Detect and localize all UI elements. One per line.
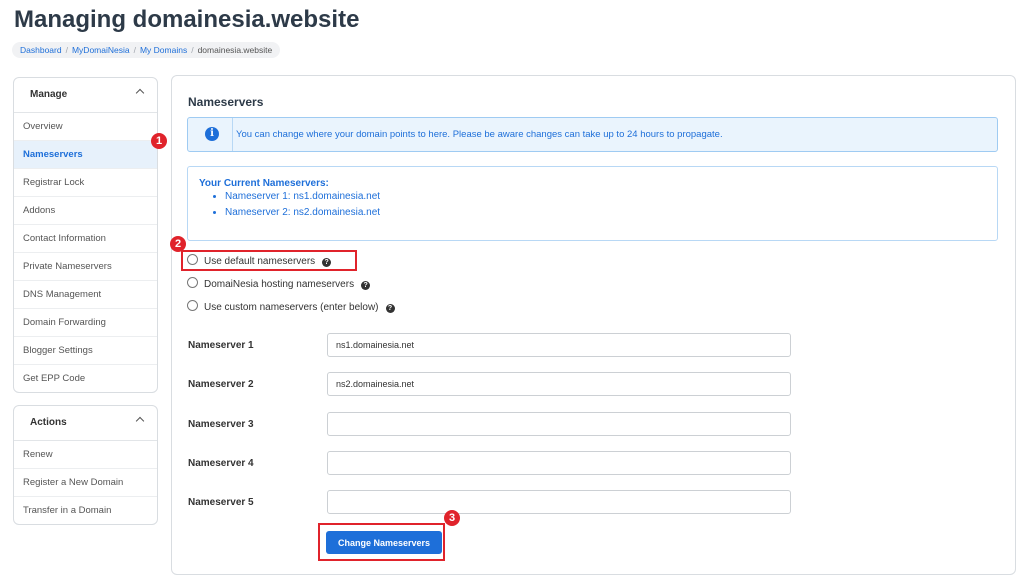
info-icon: i <box>205 127 219 141</box>
sidebar-item-addons[interactable]: Addons <box>14 197 157 225</box>
sidebar-actions-panel: Actions Renew Register a New Domain Tran… <box>13 405 158 525</box>
sidebar-item-registrar-lock[interactable]: Registrar Lock <box>14 169 157 197</box>
info-alert: i You can change where your domain point… <box>187 117 998 152</box>
sidebar-item-overview[interactable]: Overview <box>14 113 157 141</box>
current-nameservers-box: Your Current Nameservers: Nameserver 1: … <box>187 166 998 241</box>
breadcrumb-separator: / <box>133 45 136 55</box>
breadcrumb-separator: / <box>191 45 194 55</box>
sidebar-item-contact-information[interactable]: Contact Information <box>14 225 157 253</box>
sidebar-manage-title: Manage <box>30 89 68 100</box>
radio-custom-nameservers[interactable]: Use custom nameservers (enter below)? <box>187 300 395 316</box>
annotation-badge: 2 <box>170 236 186 252</box>
nameserver-1-label: Nameserver 1 <box>188 340 254 351</box>
nameserver-1-input[interactable] <box>327 333 791 357</box>
annotation-highlight-box <box>181 250 357 271</box>
nameserver-3-label: Nameserver 3 <box>188 419 254 430</box>
chevron-up-icon[interactable] <box>135 416 145 426</box>
sidebar-manage-panel: Manage Overview Nameservers Registrar Lo… <box>13 77 158 393</box>
section-title: Nameservers <box>188 95 264 109</box>
sidebar-item-private-nameservers[interactable]: Private Nameservers <box>14 253 157 281</box>
nameserver-2-label: Nameserver 2 <box>188 379 254 390</box>
sidebar-item-transfer-domain[interactable]: Transfer in a Domain <box>14 497 157 524</box>
sidebar-actions-title: Actions <box>30 417 67 428</box>
nameserver-5-input[interactable] <box>327 490 791 514</box>
current-nameservers-list: Nameserver 1: ns1.domainesia.net Nameser… <box>210 189 380 221</box>
nameserver-3-input[interactable] <box>327 412 791 436</box>
annotation-badge: 3 <box>444 510 460 526</box>
annotation-badge: 1 <box>151 133 167 149</box>
sidebar-actions-header[interactable]: Actions <box>14 406 157 441</box>
sidebar-item-dns-management[interactable]: DNS Management <box>14 281 157 309</box>
radio-label: Use custom nameservers (enter below) <box>204 302 379 313</box>
breadcrumb-dashboard[interactable]: Dashboard <box>20 45 62 55</box>
breadcrumb-separator: / <box>65 45 68 55</box>
breadcrumb: Dashboard / MyDomaiNesia / My Domains / domain… <box>12 42 281 58</box>
alert-message: You can change where your domain points … <box>236 129 723 140</box>
breadcrumb-my-domains[interactable]: My Domains <box>140 45 187 55</box>
annotation-highlight-box <box>318 523 445 561</box>
sidebar-item-domain-forwarding[interactable]: Domain Forwarding <box>14 309 157 337</box>
radio-button[interactable] <box>187 300 198 311</box>
nameserver-4-input[interactable] <box>327 451 791 475</box>
sidebar-manage-header[interactable]: Manage <box>14 78 157 113</box>
radio-hosting-nameservers[interactable]: DomaiNesia hosting nameservers? <box>187 277 371 293</box>
nameserver-2-input[interactable] <box>327 372 791 396</box>
list-item: Nameserver 2: ns2.domainesia.net <box>225 205 380 221</box>
sidebar-item-get-epp-code[interactable]: Get EPP Code <box>14 365 157 392</box>
radio-button[interactable] <box>187 277 198 288</box>
alert-divider <box>232 118 233 151</box>
sidebar-item-blogger-settings[interactable]: Blogger Settings <box>14 337 157 365</box>
help-icon[interactable]: ? <box>385 304 395 313</box>
sidebar-item-register-new-domain[interactable]: Register a New Domain <box>14 469 157 497</box>
chevron-up-icon[interactable] <box>135 88 145 98</box>
page-title: Managing domainesia.website <box>14 6 360 33</box>
help-icon[interactable]: ? <box>361 281 371 290</box>
nameserver-5-label: Nameserver 5 <box>188 497 254 508</box>
nameserver-4-label: Nameserver 4 <box>188 458 254 469</box>
sidebar-item-nameservers[interactable]: Nameservers <box>14 141 157 169</box>
breadcrumb-mydomainesia[interactable]: MyDomaiNesia <box>72 45 130 55</box>
sidebar-item-renew[interactable]: Renew <box>14 441 157 469</box>
breadcrumb-current: domainesia.website <box>197 45 273 55</box>
list-item: Nameserver 1: ns1.domainesia.net <box>225 189 380 205</box>
current-nameservers-title: Your Current Nameservers: <box>199 178 329 189</box>
radio-label: DomaiNesia hosting nameservers <box>204 279 355 290</box>
